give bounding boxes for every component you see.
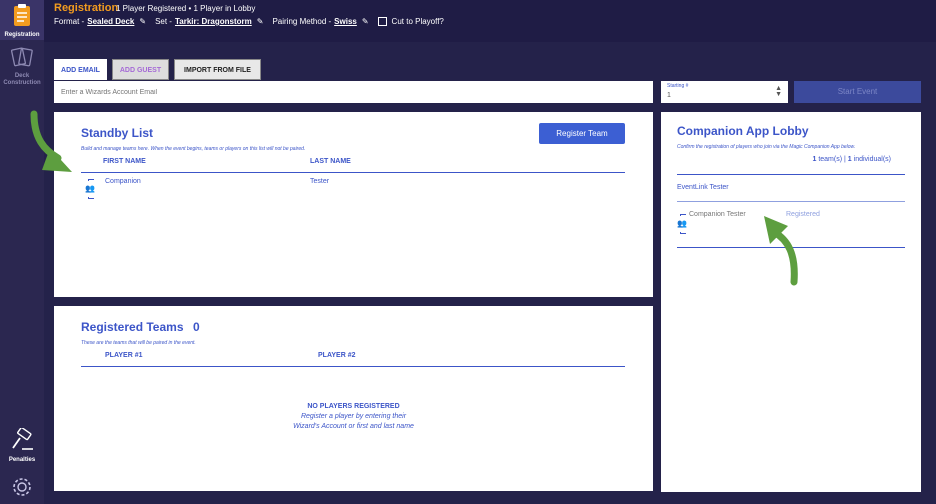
registered-teams-description: These are the teams that will be paired … — [81, 340, 196, 346]
standby-last-name: Tester — [310, 178, 330, 185]
registered-teams-panel: Registered Teams 0 These are the teams t… — [54, 306, 653, 491]
starting-number-label: Starting # — [667, 83, 689, 89]
column-header-last-name: LAST NAME — [310, 158, 351, 165]
registration-summary: 1 Player Registered • 1 Player in Lobby — [116, 4, 256, 13]
pairing-label: Pairing Method - — [272, 17, 332, 26]
lobby-individual-count: 1 — [847, 156, 852, 163]
bracket-top — [680, 214, 686, 216]
column-header-player-1: PLAYER #1 — [105, 352, 143, 359]
email-input[interactable] — [54, 81, 653, 103]
lobby-divider — [677, 174, 905, 175]
cut-to-playoff-label: Cut to Playoff? — [391, 17, 444, 26]
tab-add-email[interactable]: ADD EMAIL — [54, 59, 107, 80]
standby-title: Standby List — [81, 126, 154, 140]
event-settings-row: Format - Sealed Deck ✎ Set - Tarkir: Dra… — [54, 17, 444, 26]
gear-icon — [13, 478, 31, 496]
sidebar-item-registration[interactable]: Registration — [0, 0, 44, 40]
clipboard-icon — [14, 4, 30, 26]
sidebar-item-settings[interactable] — [0, 474, 44, 504]
edit-format-pencil-icon[interactable]: ✎ — [139, 17, 146, 26]
tab-import-from-file[interactable]: IMPORT FROM FILE — [174, 59, 261, 80]
standby-description: Build and manage teams here. When the ev… — [81, 146, 306, 152]
sidebar-item-label: Deck — [14, 73, 30, 79]
gavel-icon — [12, 426, 33, 450]
format-value[interactable]: Sealed Deck — [87, 17, 134, 26]
header-divider — [81, 172, 625, 173]
register-team-button[interactable]: Register Team — [539, 123, 625, 144]
lobby-individual-label: individual(s) — [853, 156, 891, 163]
standby-first-name: Companion — [105, 178, 141, 185]
bracket-bottom — [88, 197, 94, 199]
sidebar-item-label: Construction — [3, 80, 41, 86]
sidebar: Registration Deck Construction Penalties — [0, 0, 44, 504]
pairing-value[interactable]: Swiss — [334, 17, 357, 26]
bracket-top — [88, 179, 94, 181]
lobby-player-name: Companion Tester — [689, 211, 746, 218]
users-icon[interactable]: 👥 — [85, 184, 95, 193]
start-event-button[interactable]: Start Event — [794, 81, 921, 103]
column-header-player-2: PLAYER #2 — [318, 352, 356, 359]
sidebar-item-penalties[interactable]: Penalties — [0, 426, 44, 468]
tab-add-guest[interactable]: ADD GUEST — [112, 59, 169, 80]
edit-set-pencil-icon[interactable]: ✎ — [257, 17, 264, 26]
set-value[interactable]: Tarkir: Dragonstorm — [175, 17, 252, 26]
annotation-arrow-lobby — [764, 216, 798, 286]
empty-state-line-1: Register a player by entering their — [300, 413, 407, 420]
bracket-bottom — [680, 232, 686, 234]
registered-teams-title: Registered Teams — [81, 320, 184, 334]
companion-lobby-panel: Companion App Lobby Confirm the registra… — [661, 112, 921, 492]
lobby-description: Confirm the registration of players who … — [677, 144, 856, 150]
sidebar-item-label: Penalties — [8, 457, 36, 463]
edit-pairing-pencil-icon[interactable]: ✎ — [362, 17, 369, 26]
lobby-divider — [677, 201, 905, 202]
sidebar-item-label: Registration — [4, 32, 40, 38]
users-icon[interactable]: 👥 — [677, 219, 687, 228]
lobby-count-separator: | — [844, 156, 846, 163]
cut-to-playoff-checkbox[interactable] — [377, 17, 387, 26]
lobby-title: Companion App Lobby — [677, 124, 809, 138]
starting-number-select[interactable]: Starting # 1 ▲ ▼ — [661, 81, 788, 103]
lobby-team-label: team(s) — [818, 156, 843, 163]
empty-state-title: NO PLAYERS REGISTERED — [307, 403, 400, 410]
page-title: Registration — [54, 2, 119, 14]
lobby-counts: 1 team(s) | 1 individual(s) — [661, 156, 891, 163]
cards-icon — [10, 47, 33, 67]
annotation-arrow-standby — [30, 110, 72, 172]
format-label: Format - — [54, 17, 85, 26]
event-header: Registration 1 Player Registered • 1 Pla… — [44, 0, 936, 42]
header-divider — [81, 366, 625, 367]
lobby-team-name: EventLink Tester — [677, 184, 729, 191]
starting-number-value: 1 — [667, 92, 671, 99]
empty-state-line-2: Wizard's Account or first and last name — [293, 423, 414, 430]
standby-list-panel: Standby List Build and manage teams here… — [54, 112, 653, 297]
set-label: Set - — [155, 17, 172, 26]
registered-teams-count: 0 — [193, 320, 200, 334]
column-header-first-name: FIRST NAME — [103, 158, 146, 165]
sidebar-item-deck-construction[interactable]: Deck Construction — [0, 46, 44, 92]
chevron-updown-icon: ▲ ▼ — [775, 85, 782, 98]
lobby-team-count: 1 — [812, 156, 817, 163]
